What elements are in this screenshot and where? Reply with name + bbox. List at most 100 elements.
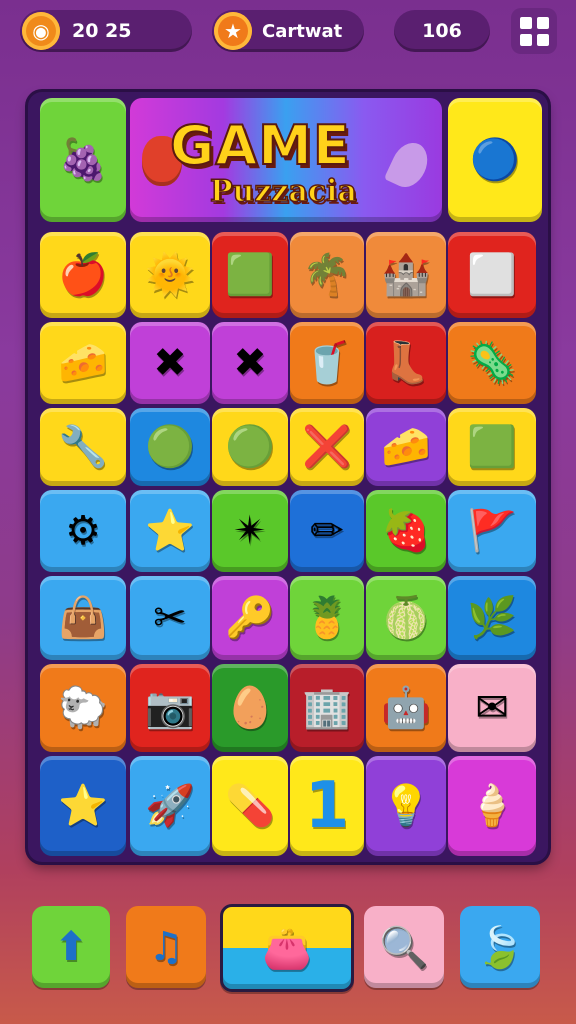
board-tile-r5c5[interactable]: 🌿: [448, 576, 536, 660]
leaf-icon: 🌿: [467, 595, 517, 641]
board-tile-r3c5[interactable]: 🟩: [448, 408, 536, 486]
board-tile-r6c2[interactable]: 🥚: [212, 664, 288, 752]
x-icon: ❌: [302, 424, 352, 470]
music-button[interactable]: ♫: [126, 906, 206, 988]
spark-icon: ✴: [233, 508, 267, 554]
castle-icon: 🏰: [381, 252, 431, 298]
board-tile-r6c1[interactable]: 📷: [130, 664, 210, 752]
score-pill: ◉ 20 25: [20, 10, 192, 52]
grid-menu-button[interactable]: [511, 8, 557, 54]
grape-icon: 🍇: [58, 137, 108, 183]
score-value: 20 25: [72, 20, 132, 42]
board-tile-r2c3[interactable]: 🥤: [290, 322, 364, 404]
apple-icon: 🍎: [58, 252, 108, 298]
cheese-block-icon: 🧀: [381, 424, 431, 470]
board-tile-r5c2[interactable]: 🔑: [212, 576, 288, 660]
board-tile-r3c4[interactable]: 🧀: [366, 408, 446, 486]
board-tile-r7c5[interactable]: 🍦: [448, 756, 536, 856]
board-tile-r0c0[interactable]: 🍇: [40, 98, 126, 222]
board-tile-r7c4[interactable]: 💡: [366, 756, 446, 856]
star-icon: ⭐: [145, 508, 195, 554]
shell-icon: [383, 136, 435, 194]
board-tile-r2c2[interactable]: ✖: [212, 322, 288, 404]
board-tile-r4c5[interactable]: 🚩: [448, 490, 536, 572]
board-tile-r5c0[interactable]: 👜: [40, 576, 126, 660]
crossed-tools-icon: ✂: [153, 595, 187, 641]
board-tile-r4c3[interactable]: ✏: [290, 490, 364, 572]
up-arrow-icon: ⬆: [54, 924, 88, 970]
leaf-icon: 🍃: [475, 924, 525, 971]
cheese-icon: 🧀: [58, 340, 108, 386]
pineapple-icon: 🍍: [302, 595, 352, 641]
board-tile-r3c1[interactable]: 🟢: [130, 408, 210, 486]
board-tile-r5c1[interactable]: ✂: [130, 576, 210, 660]
board-tile-r6c0[interactable]: 🐑: [40, 664, 126, 752]
sun-icon: 🌞: [145, 252, 195, 298]
board-tile-r1c2[interactable]: 🟩: [212, 232, 288, 318]
board-tile-r6c3[interactable]: 🏢: [290, 664, 364, 752]
music-note-icon: ♫: [148, 924, 184, 970]
board-tile-r3c0[interactable]: 🔧: [40, 408, 126, 486]
player-pill[interactable]: ★ Cartwat: [212, 10, 364, 52]
counter-pill: 106: [394, 10, 490, 52]
grid-menu-icon: [536, 33, 549, 46]
heart-fruit-icon: 🍓: [381, 508, 431, 554]
board-tile-r5c3[interactable]: 🍍: [290, 576, 364, 660]
board-tile-r3c3[interactable]: ❌: [290, 408, 364, 486]
building-icon: 🏢: [302, 685, 352, 731]
board-tile-r2c1[interactable]: ✖: [130, 322, 210, 404]
board-tile-r7c1[interactable]: 🚀: [130, 756, 210, 856]
board-tile-r1c1[interactable]: 🌞: [130, 232, 210, 318]
camera-icon: 📷: [145, 685, 195, 731]
title-banner: GAME Puzzacia: [130, 98, 442, 222]
board-tile-r7c3[interactable]: 1: [290, 756, 364, 856]
lime-icon: 🍈: [381, 595, 431, 641]
board-tile-r1c0[interactable]: 🍎: [40, 232, 126, 318]
star-badge-icon: ★: [214, 12, 252, 50]
gear-icon: ⚙: [65, 508, 101, 554]
board-tile-r4c1[interactable]: ⭐: [130, 490, 210, 572]
grid-menu-icon: [519, 16, 532, 29]
shop-button[interactable]: 👛: [220, 904, 354, 992]
card-icon: 🟩: [225, 252, 275, 298]
number-one-icon: 1: [304, 769, 350, 843]
candy-icon: 💊: [225, 783, 275, 829]
board-tile-r6c5[interactable]: ✉: [448, 664, 536, 752]
board-tile-r1c3[interactable]: 🌴: [290, 232, 364, 318]
board-tile-r1c5[interactable]: ⬜: [448, 232, 536, 318]
ice-cream-icon: 🍦: [467, 783, 517, 829]
up-arrow-button[interactable]: ⬆: [32, 906, 110, 988]
board-tile-r4c2[interactable]: ✴: [212, 490, 288, 572]
player-name: Cartwat: [262, 20, 343, 42]
cross-icon: ✖: [153, 340, 187, 386]
key-icon: 🔑: [225, 595, 275, 641]
board-tile-r4c4[interactable]: 🍓: [366, 490, 446, 572]
game-title: GAME: [169, 113, 351, 178]
board-tile-r1c4[interactable]: 🏰: [366, 232, 446, 318]
leaf-button[interactable]: 🍃: [460, 906, 540, 988]
magnifier-icon: 🔍: [379, 924, 429, 971]
flag-icon: 🚩: [467, 508, 517, 554]
palm-icon: 🌴: [302, 252, 352, 298]
board-tile-r6c4[interactable]: 🤖: [366, 664, 446, 752]
grid-menu-icon: [519, 33, 532, 46]
board-tile-r3c2[interactable]: 🟢: [212, 408, 288, 486]
board-tile-r7c2[interactable]: 💊: [212, 756, 288, 856]
board-tile-r4c0[interactable]: ⚙: [40, 490, 126, 572]
board-tile-r0c2[interactable]: 🔵: [448, 98, 542, 222]
circle-icon: 🟢: [225, 424, 275, 470]
game-subtitle: Puzzacia: [209, 173, 357, 210]
bag-icon: 👜: [58, 595, 108, 641]
board-tile-r5c4[interactable]: 🍈: [366, 576, 446, 660]
search-button[interactable]: 🔍: [364, 906, 444, 988]
wallet-icon: 👛: [262, 925, 312, 972]
bulb-icon: 💡: [381, 783, 431, 829]
grid-menu-icon: [536, 16, 549, 29]
board-tile-r2c0[interactable]: 🧀: [40, 322, 126, 404]
board-tile-r7c0[interactable]: ⭐: [40, 756, 126, 856]
sheep-icon: 🐑: [58, 685, 108, 731]
virus-icon: 🦠: [467, 340, 517, 386]
robot-icon: 🤖: [381, 685, 431, 731]
board-tile-r2c5[interactable]: 🦠: [448, 322, 536, 404]
board-tile-r2c4[interactable]: 👢: [366, 322, 446, 404]
